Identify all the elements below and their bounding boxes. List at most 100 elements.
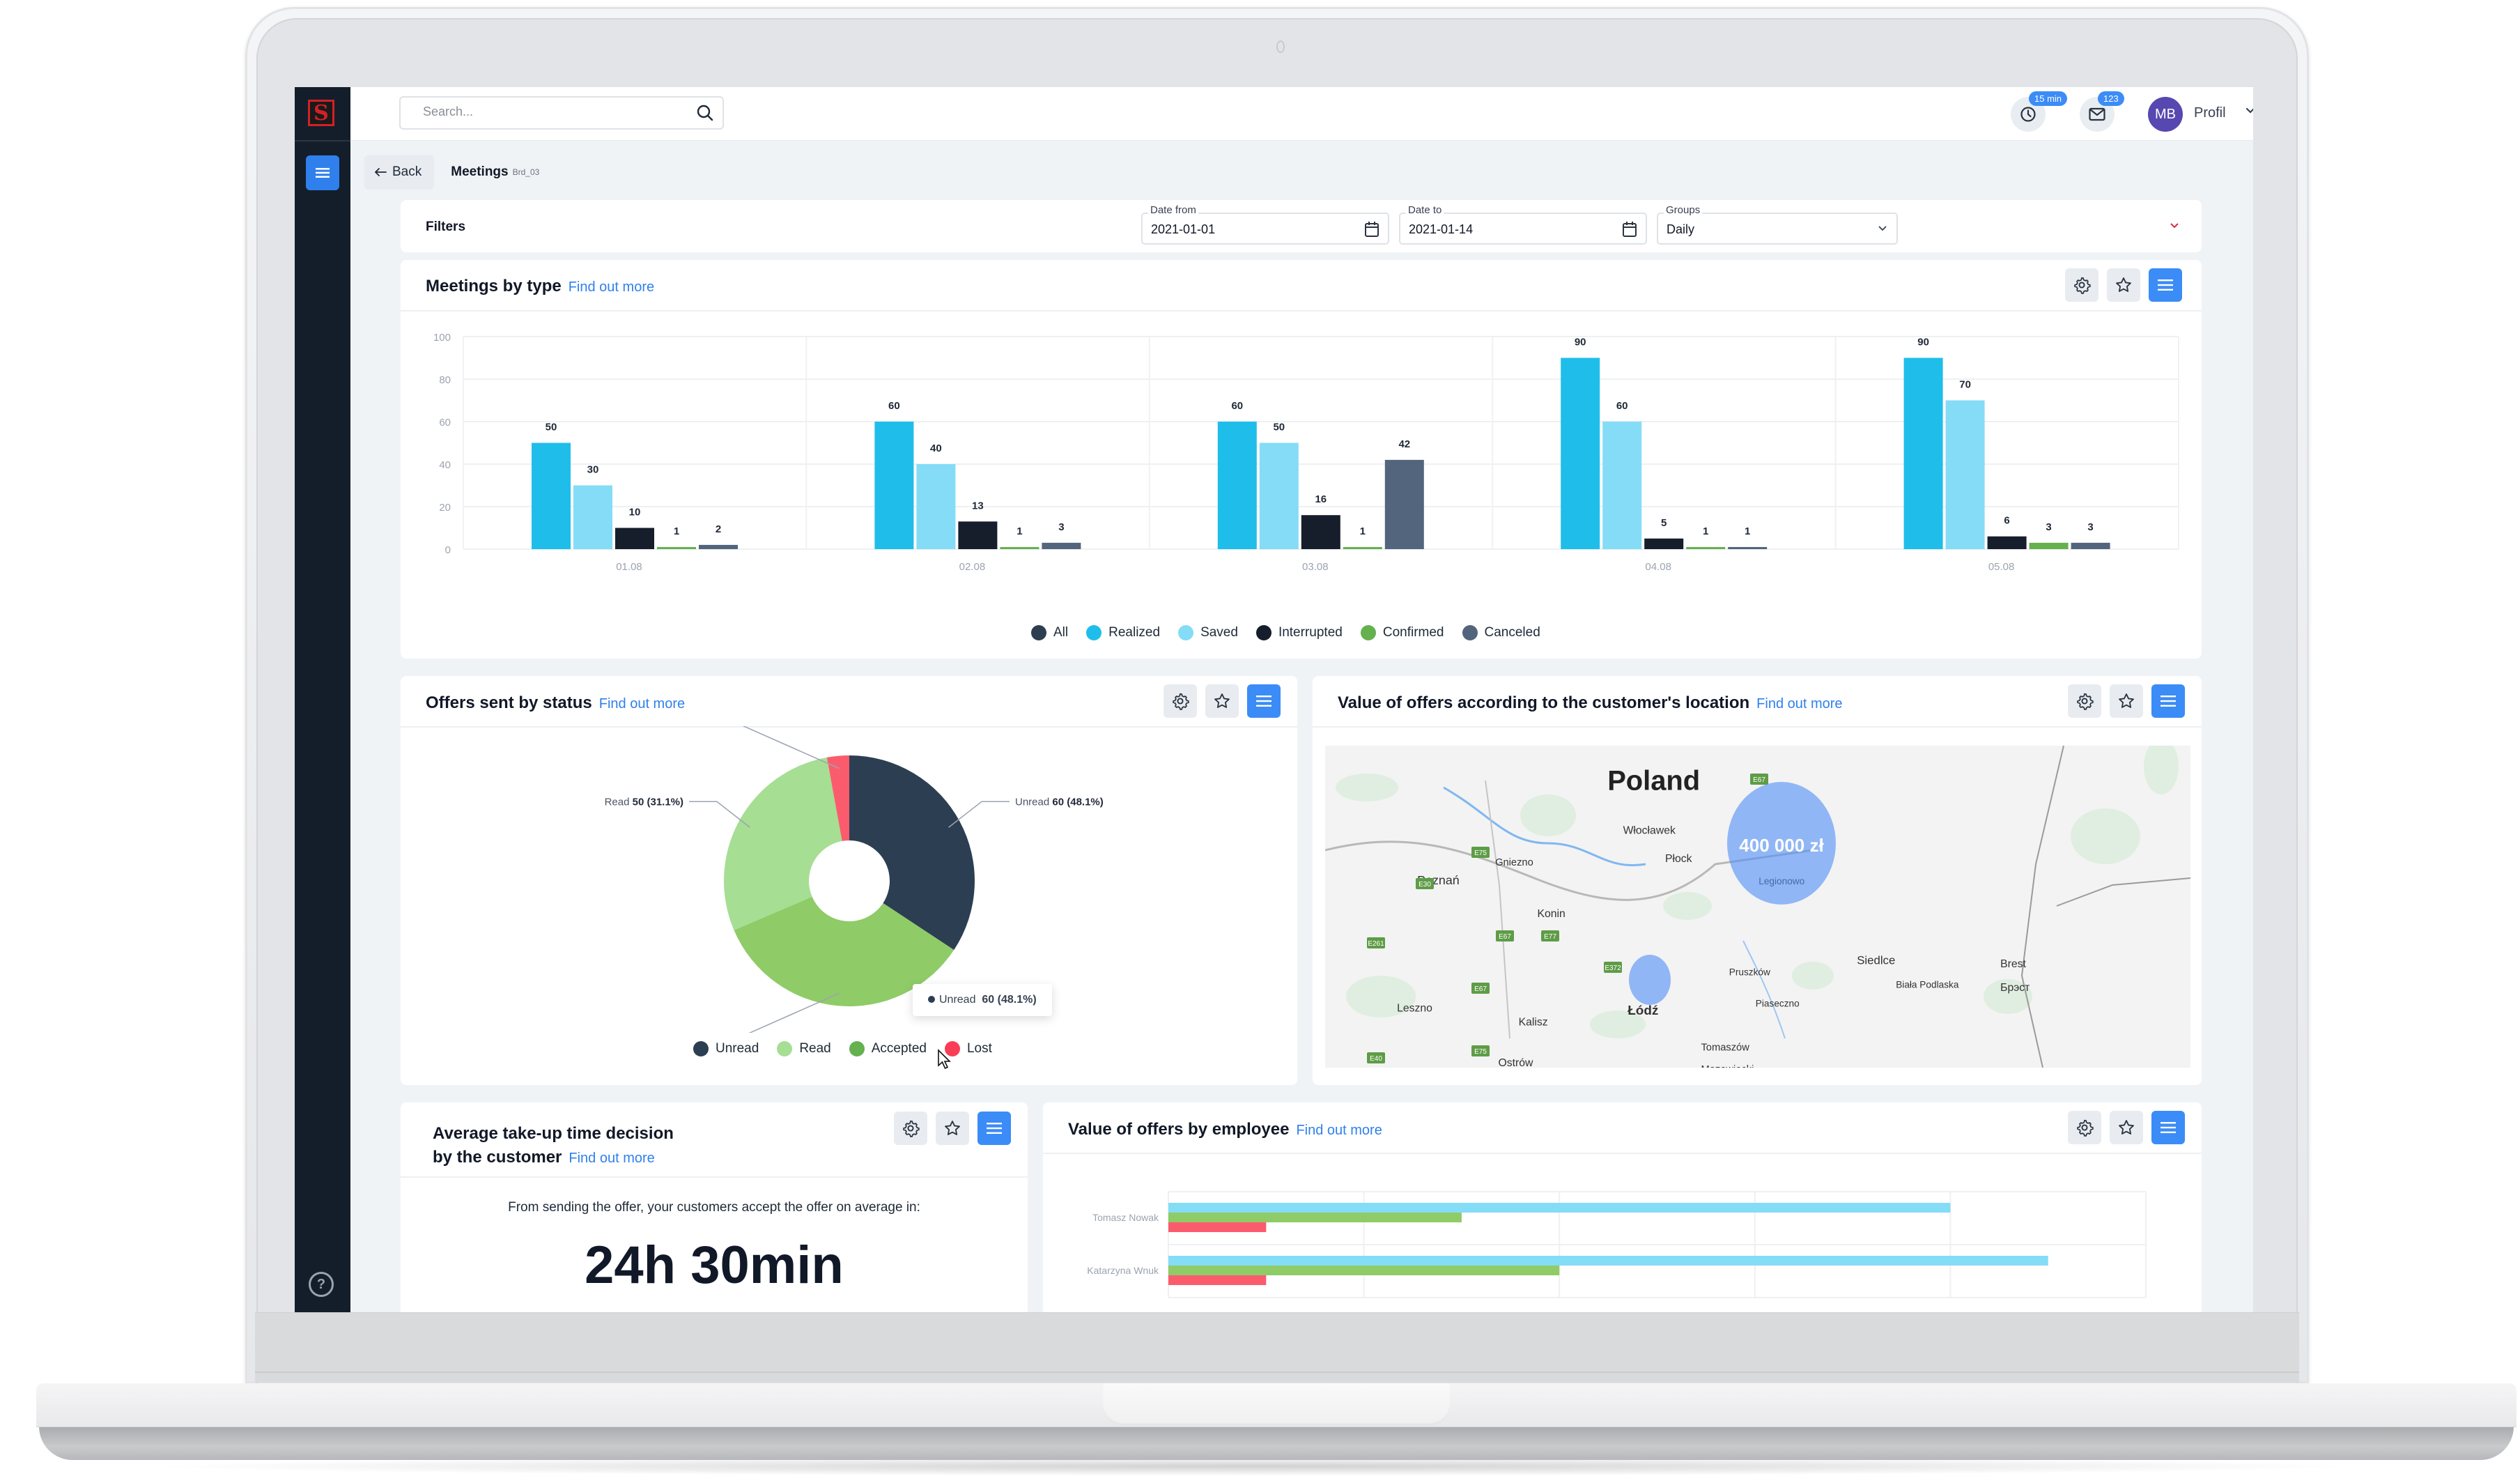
road-badge-label: E67 bbox=[1499, 933, 1511, 941]
gear-icon bbox=[2074, 277, 2091, 294]
avg-time-value: 24h 30min bbox=[585, 1236, 844, 1295]
laptop-opening-notch bbox=[1102, 1383, 1451, 1425]
card-header: Average take-up time decision by the cus… bbox=[401, 1102, 1028, 1178]
bar-value-label: 1 bbox=[1745, 525, 1750, 537]
date-from-value: 2021-01-01 bbox=[1151, 222, 1216, 236]
details-menu-button[interactable] bbox=[2151, 1111, 2185, 1144]
forest-area bbox=[1792, 962, 1834, 990]
map-canvas: PolandWłocławekPłockGnieznoPoznańKoninLe… bbox=[1325, 746, 2190, 1068]
back-button[interactable]: Back bbox=[364, 155, 435, 190]
poland-map[interactable]: PolandWłocławekPłockGnieznoPoznańKoninLe… bbox=[1325, 746, 2190, 1068]
timer-button[interactable]: 15 min bbox=[2011, 91, 2068, 132]
card-header: Value of offers according to the custome… bbox=[1313, 676, 2202, 728]
bar-saved bbox=[1945, 400, 1985, 549]
gear-icon bbox=[2077, 1119, 2094, 1137]
legend-item[interactable]: Canceled bbox=[1462, 625, 1540, 640]
search-icon bbox=[697, 105, 713, 121]
webcam-icon bbox=[1276, 40, 1285, 53]
settings-button[interactable] bbox=[2068, 684, 2101, 718]
bar-confirmed bbox=[2029, 542, 2069, 549]
find-out-more-link[interactable]: Find out more bbox=[569, 1151, 654, 1166]
collapse-filters-icon[interactable] bbox=[2168, 220, 2181, 232]
legend-item[interactable]: Confirmed bbox=[1360, 625, 1444, 640]
legend-item[interactable]: Realized bbox=[1086, 625, 1160, 640]
settings-button[interactable] bbox=[1164, 684, 1197, 718]
legend-label: Lost bbox=[966, 1041, 992, 1056]
details-menu-button[interactable] bbox=[977, 1112, 1011, 1145]
bar-saved bbox=[573, 485, 612, 549]
road-badge-label: E261 bbox=[1368, 940, 1384, 948]
calendar-icon bbox=[1365, 222, 1379, 237]
bar-confirmed bbox=[1343, 546, 1382, 549]
bar-value-label: 60 bbox=[1231, 400, 1243, 412]
x-tick-label: 03.08 bbox=[1302, 561, 1329, 573]
employee-bar bbox=[1168, 1203, 1951, 1213]
bar-interrupted bbox=[1987, 536, 2027, 549]
profile-label[interactable]: Profil bbox=[2194, 105, 2226, 121]
find-out-more-link[interactable]: Find out more bbox=[569, 279, 654, 295]
bar-confirmed bbox=[657, 546, 696, 549]
help-icon[interactable]: ? bbox=[309, 1272, 334, 1297]
favorite-button[interactable] bbox=[2110, 1111, 2143, 1144]
favorite-button[interactable] bbox=[2110, 684, 2143, 718]
app-logo[interactable]: S bbox=[308, 100, 334, 126]
road-badge-label: E30 bbox=[1419, 881, 1431, 889]
date-from-field[interactable]: Date from 2021-01-01 bbox=[1141, 204, 1389, 245]
favorite-button[interactable] bbox=[1205, 684, 1239, 718]
y-tick-label: 20 bbox=[439, 502, 451, 514]
legend-item[interactable]: Accepted bbox=[849, 1041, 927, 1056]
slice-read bbox=[724, 757, 842, 930]
settings-button[interactable] bbox=[2065, 268, 2098, 302]
offers-donut-chart: Unread 60 (48.1%)Accepted 60 (31.1%)Read… bbox=[605, 726, 1104, 1033]
legend-item[interactable]: Unread bbox=[693, 1041, 759, 1056]
bar-realized bbox=[1903, 358, 1943, 549]
legend-label: Interrupted bbox=[1278, 625, 1343, 640]
map-city-label: Łódź bbox=[1628, 1004, 1658, 1018]
find-out-more-link[interactable]: Find out more bbox=[599, 696, 685, 712]
mail-badge: 123 bbox=[2098, 91, 2124, 106]
favorite-button[interactable] bbox=[2107, 268, 2140, 302]
details-menu-button[interactable] bbox=[1247, 684, 1281, 718]
avatar[interactable]: MB bbox=[2148, 97, 2183, 132]
timer-badge: 15 min bbox=[2029, 91, 2068, 106]
road-badge-label: E67 bbox=[1753, 776, 1765, 784]
legend-item[interactable]: Read bbox=[777, 1041, 831, 1056]
card-tools bbox=[2068, 1111, 2185, 1144]
card-tools bbox=[894, 1112, 1011, 1145]
card-header: Offers sent by status Find out more bbox=[401, 676, 1297, 728]
bar-value-label: 16 bbox=[1315, 493, 1327, 505]
legend-label: Confirmed bbox=[1382, 625, 1444, 640]
legend-item[interactable]: All bbox=[1031, 625, 1068, 640]
bar-value-label: 90 bbox=[1917, 337, 1929, 348]
legend-label: Canceled bbox=[1484, 625, 1540, 640]
tooltip-label: Unread bbox=[939, 994, 976, 1006]
meetings-title: Meetings by type bbox=[426, 277, 562, 295]
find-out-more-link[interactable]: Find out more bbox=[1756, 696, 1842, 712]
employee-title: Value of offers by employee bbox=[1068, 1120, 1290, 1139]
legend-item[interactable]: Lost bbox=[944, 1041, 992, 1056]
bar-interrupted bbox=[1301, 515, 1340, 549]
favorite-button[interactable] bbox=[936, 1112, 969, 1145]
road-badge-label: E75 bbox=[1474, 1048, 1487, 1056]
map-city-label: Włocławek bbox=[1623, 825, 1676, 837]
find-out-more-link[interactable]: Find out more bbox=[1296, 1123, 1382, 1138]
back-label: Back bbox=[392, 164, 422, 179]
bar-realized bbox=[874, 422, 914, 549]
legend-item[interactable]: Saved bbox=[1178, 625, 1238, 640]
messages-button[interactable]: 123 bbox=[2080, 91, 2124, 132]
map-city-label: Kalisz bbox=[1519, 1017, 1548, 1029]
forest-area bbox=[1520, 794, 1576, 836]
clock-icon bbox=[2020, 107, 2036, 122]
search-input[interactable] bbox=[422, 104, 675, 120]
settings-button[interactable] bbox=[2068, 1111, 2101, 1144]
groups-value: Daily bbox=[1667, 222, 1695, 236]
groups-select[interactable]: Groups Daily bbox=[1657, 204, 1898, 245]
date-to-field[interactable]: Date to 2021-01-14 bbox=[1399, 204, 1647, 245]
legend-item[interactable]: Interrupted bbox=[1255, 625, 1343, 640]
details-menu-button[interactable] bbox=[2151, 684, 2185, 718]
menu-toggle-button[interactable] bbox=[306, 155, 339, 190]
employee-bar bbox=[1168, 1222, 1267, 1232]
details-menu-button[interactable] bbox=[2149, 268, 2182, 302]
settings-button[interactable] bbox=[894, 1112, 927, 1145]
hamburger-icon bbox=[1256, 695, 1271, 707]
